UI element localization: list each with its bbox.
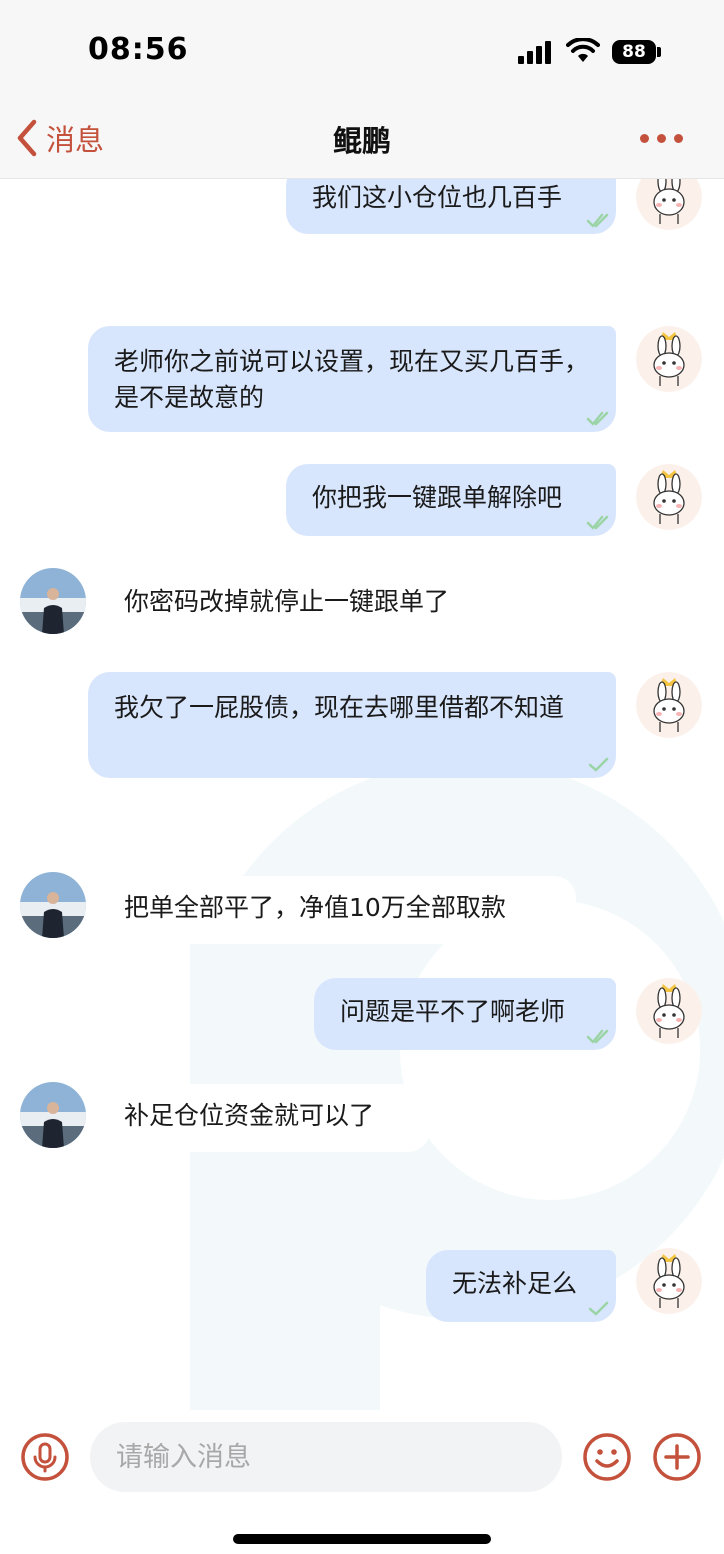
double-check-icon xyxy=(588,1301,609,1316)
outgoing-message[interactable]: 无法补足么 xyxy=(426,1250,616,1322)
double-check-icon xyxy=(586,515,609,530)
incoming-message[interactable]: 你密码改掉就停止一键跟单了 xyxy=(106,570,502,638)
outgoing-message[interactable]: 我欠了一屁股债，现在去哪里借都不知道 xyxy=(88,672,616,778)
cellular-signal-icon xyxy=(518,40,554,64)
message-text: 老师你之前说可以设置，现在又买几百手，是不是故意的 xyxy=(114,347,590,412)
message-text: 你密码改掉就停止一键跟单了 xyxy=(124,587,450,616)
message-input[interactable] xyxy=(90,1422,562,1492)
message-text: 问题是平不了啊老师 xyxy=(340,997,566,1026)
microphone-icon[interactable] xyxy=(20,1432,70,1482)
my-avatar[interactable] xyxy=(636,978,702,1044)
my-avatar[interactable] xyxy=(636,464,702,530)
outgoing-message[interactable]: 问题是平不了啊老师 xyxy=(314,978,616,1050)
contact-avatar[interactable] xyxy=(20,1082,86,1148)
input-bar xyxy=(0,1410,724,1554)
double-check-icon xyxy=(586,213,609,228)
plus-circle-icon[interactable] xyxy=(652,1432,702,1482)
message-text: 你把我一键跟单解除吧 xyxy=(312,483,563,512)
my-avatar[interactable] xyxy=(636,672,702,738)
outgoing-message[interactable]: 老师你之前说可以设置，现在又买几百手，是不是故意的 xyxy=(88,326,616,432)
message-text: 无法补足么 xyxy=(452,1269,578,1298)
my-avatar[interactable] xyxy=(636,326,702,392)
contact-avatar[interactable] xyxy=(20,568,86,634)
battery-tip xyxy=(657,47,661,57)
battery-icon: 88 xyxy=(612,40,656,64)
incoming-message[interactable]: 补足仓位资金就可以了 xyxy=(106,1084,430,1152)
wifi-icon xyxy=(566,38,600,62)
message-list[interactable]: 我们这小仓位也几百手 老师你之前说可以设置，现在又买几百手，是不是故意的 你把我… xyxy=(0,0,724,1554)
double-check-icon xyxy=(588,757,609,772)
status-bar: 08:56 88 xyxy=(0,0,724,100)
more-dots-icon[interactable] xyxy=(640,128,690,148)
message-text: 把单全部平了，净值10万全部取款 xyxy=(124,893,506,922)
smiley-icon[interactable] xyxy=(582,1432,632,1482)
home-indicator xyxy=(233,1534,491,1544)
incoming-message[interactable]: 把单全部平了，净值10万全部取款 xyxy=(106,876,576,944)
outgoing-message[interactable]: 你把我一键跟单解除吧 xyxy=(286,464,616,536)
message-text: 我欠了一屁股债，现在去哪里借都不知道 xyxy=(114,693,565,722)
status-time: 08:56 xyxy=(88,32,189,67)
chat-title: 鲲鹏 xyxy=(332,124,391,158)
message-text: 补足仓位资金就可以了 xyxy=(124,1101,375,1130)
my-avatar[interactable] xyxy=(636,1248,702,1314)
double-check-icon xyxy=(586,1029,609,1044)
double-check-icon xyxy=(586,411,609,426)
contact-avatar[interactable] xyxy=(20,872,86,938)
message-text: 我们这小仓位也几百手 xyxy=(312,183,563,212)
nav-bar: 消息 鲲鹏 xyxy=(0,100,724,179)
